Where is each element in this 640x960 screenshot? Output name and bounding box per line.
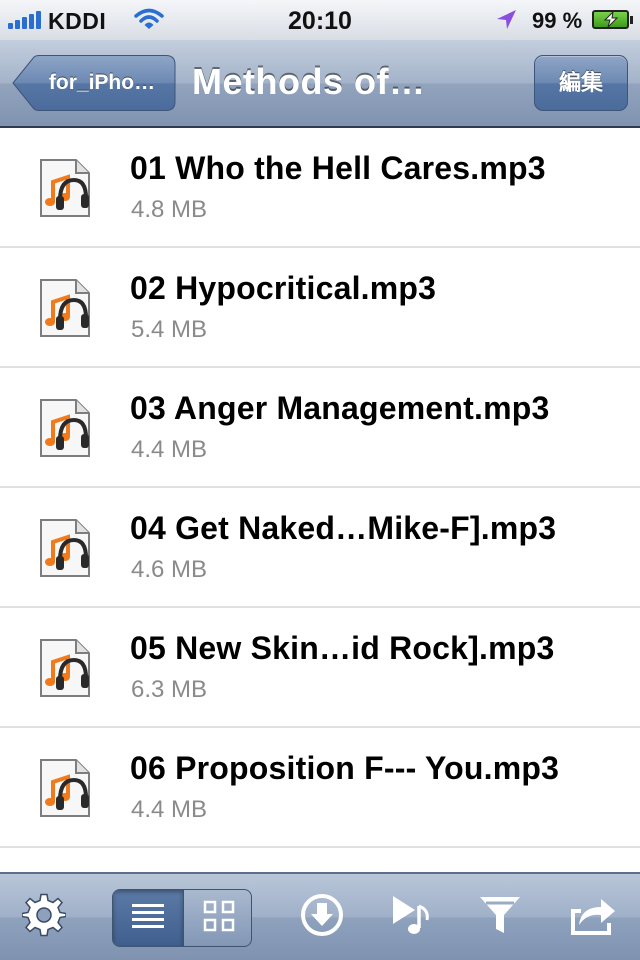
list-item[interactable]: 01 Who the Hell Cares.mp3 4.8 MB — [0, 128, 640, 248]
back-button-label: for_iPho… — [48, 71, 156, 94]
file-list: 01 Who the Hell Cares.mp3 4.8 MB 02 Hypo… — [0, 128, 640, 872]
status-bar: KDDI 20:10 99 % — [0, 0, 640, 41]
list-item[interactable]: 05 New Skin…id Rock].mp3 6.3 MB — [0, 608, 640, 728]
share-button[interactable] — [560, 874, 624, 960]
file-size: 4.6 MB — [131, 556, 208, 583]
view-mode-segmented-control[interactable] — [112, 889, 252, 947]
gear-icon — [21, 893, 67, 942]
list-view-button[interactable] — [113, 890, 183, 946]
audio-file-icon — [38, 518, 92, 578]
list-view-icon — [132, 902, 164, 935]
filter-button[interactable] — [468, 874, 532, 960]
audio-file-icon — [38, 158, 92, 218]
navigation-bar: for_iPho… Methods of… 編集 — [0, 40, 640, 128]
file-name: 05 New Skin…id Rock].mp3 — [130, 630, 555, 666]
download-button[interactable] — [290, 874, 354, 960]
audio-file-icon — [38, 638, 92, 698]
file-size: 6.3 MB — [131, 676, 208, 703]
file-name: 01 Who the Hell Cares.mp3 — [130, 150, 546, 186]
download-icon — [299, 892, 345, 943]
grid-view-icon — [203, 900, 235, 937]
settings-button[interactable] — [14, 874, 74, 960]
file-size: 4.4 MB — [131, 436, 208, 463]
file-name: 06 Proposition F--- You.mp3 — [130, 750, 560, 786]
filter-icon — [478, 893, 522, 942]
file-size: 4.8 MB — [131, 196, 208, 223]
audio-file-icon — [38, 278, 92, 338]
audio-file-icon — [38, 398, 92, 458]
play-music-icon — [389, 892, 435, 943]
page-title: Methods of… — [192, 61, 426, 102]
list-item[interactable]: 03 Anger Management.mp3 4.4 MB — [0, 368, 640, 488]
file-name: 04 Get Naked…Mike-F].mp3 — [130, 510, 557, 546]
grid-view-button[interactable] — [183, 890, 251, 946]
file-size: 4.4 MB — [131, 796, 208, 823]
list-item-partial[interactable] — [0, 848, 640, 872]
battery-charging-icon — [592, 10, 633, 29]
play-music-button[interactable] — [380, 874, 444, 960]
edit-button[interactable]: 編集 — [534, 55, 628, 111]
battery-percentage: 99 % — [532, 8, 583, 33]
audio-file-icon — [38, 758, 92, 818]
bottom-toolbar — [0, 872, 640, 960]
file-name: 03 Anger Management.mp3 — [130, 390, 550, 426]
list-item[interactable]: 06 Proposition F--- You.mp3 4.4 MB — [0, 728, 640, 848]
share-icon — [567, 893, 617, 942]
back-button[interactable]: for_iPho… — [12, 55, 176, 111]
file-size: 5.4 MB — [131, 316, 208, 343]
list-item[interactable]: 02 Hypocritical.mp3 5.4 MB — [0, 248, 640, 368]
file-name: 02 Hypocritical.mp3 — [130, 270, 437, 306]
list-item[interactable]: 04 Get Naked…Mike-F].mp3 4.6 MB — [0, 488, 640, 608]
location-arrow-icon — [494, 8, 518, 37]
